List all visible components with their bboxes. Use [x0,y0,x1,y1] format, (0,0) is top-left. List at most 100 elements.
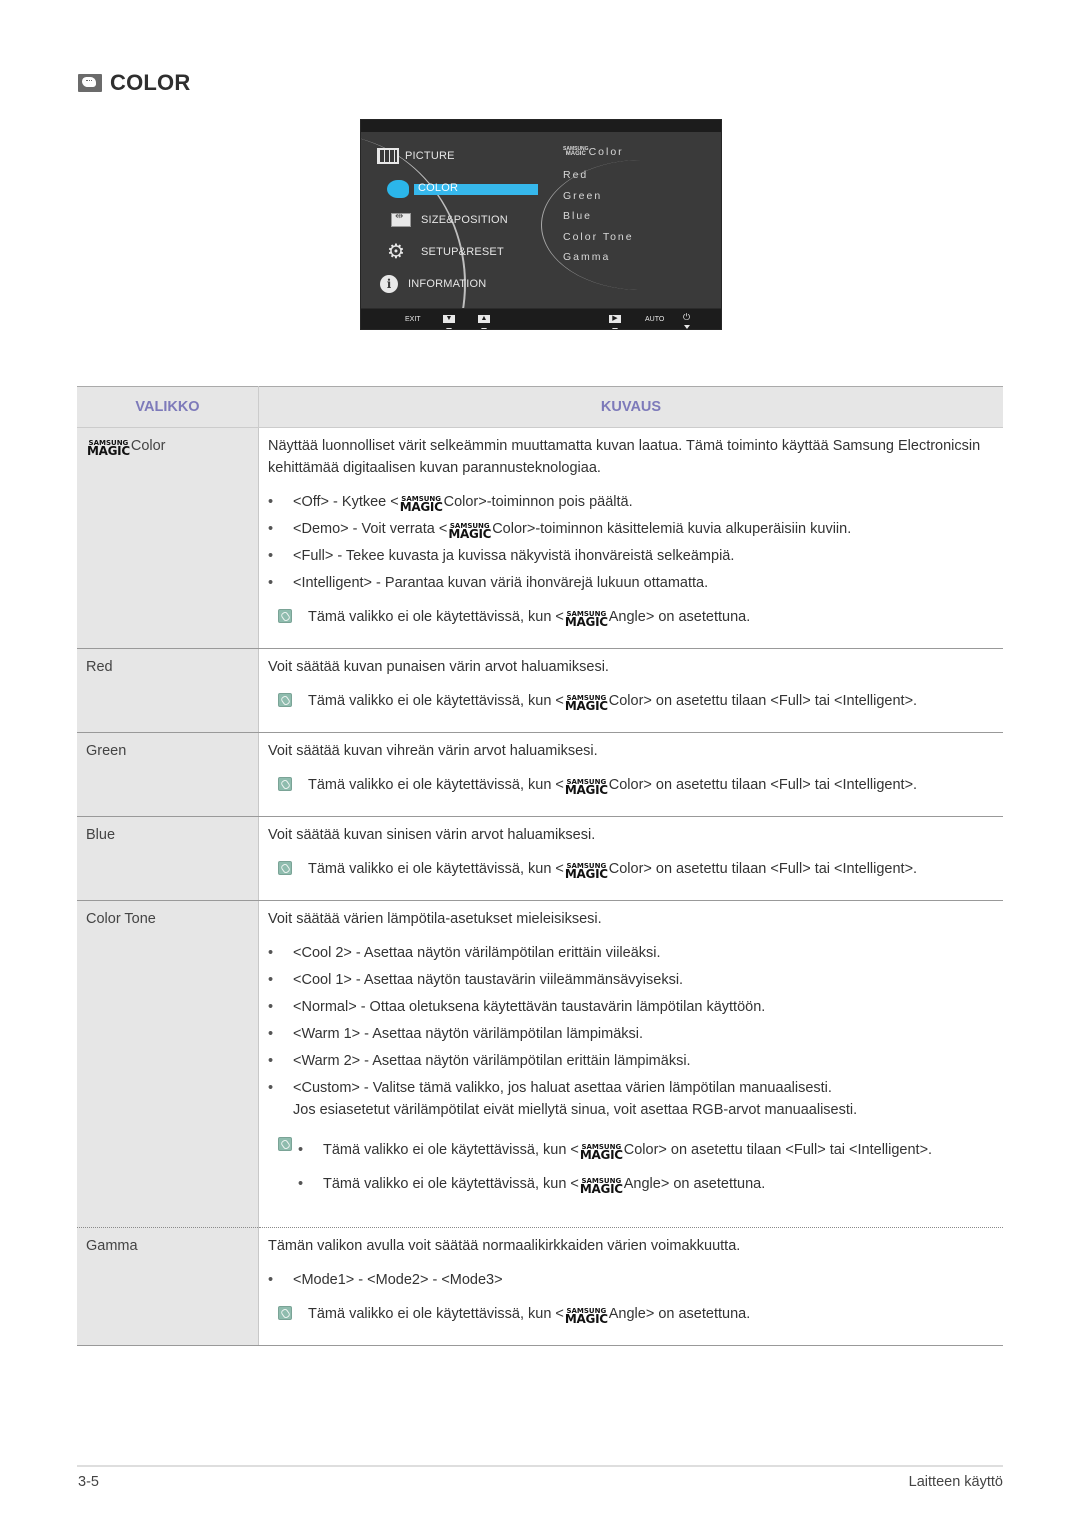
page-title: COLOR [78,70,190,96]
gear-icon: ⚙ [387,241,405,263]
samsung-magic-logo: SAMSUNG MAGIC [579,1143,623,1162]
info-icon: i [380,275,398,293]
brand-bottom: MAGIC [579,1148,623,1162]
note-icon [278,1306,292,1320]
osd-submenu-blue: Blue [563,210,593,222]
osd-auto-button: AUTO [645,316,664,323]
note-icon [278,777,292,791]
list-item: <Warm 2> - Asettaa näytön värilämpötilan… [268,1050,995,1072]
table-row-green: Green Voit säätää kuvan vihreän värin ar… [77,732,1003,817]
list-item: <Intelligent> - Parantaa kuvan väriä iho… [268,572,995,594]
note: Tämä valikko ei ole käytettävissä, kun <… [268,606,995,628]
description-cell: Voit säätää kuvan sinisen värin arvot ha… [258,816,1003,901]
brand-bottom: MAGIC [564,615,608,629]
table-header-row: VALIKKO KUVAUS [77,386,1003,428]
osd-left-arc [361,134,466,329]
brand-bottom: MAGIC [399,500,443,514]
samsung-magic-logo: SAMSUNG MAGIC [564,610,608,629]
osd-submenu-magic-color: SAMSUNG MAGIC Color [563,146,624,158]
samsung-magic-logo: SAMSUNG MAGIC [564,694,608,713]
samsung-magic-logo: SAMSUNG MAGIC [448,522,492,541]
footer-divider [77,1465,1003,1467]
up-arrow-icon: ▲ [478,315,490,323]
osd-submenu-gamma: Gamma [563,251,611,263]
list-item: <Mode1> - <Mode2> - <Mode3> [268,1269,995,1291]
osd-menu-item-picture: PICTURE [405,150,455,162]
osd-menu-screenshot: PICTURE COLOR SIZE&POSITION ⚙ SETUP&RESE… [360,119,722,330]
color-palette-icon [78,74,102,92]
osd-menu-item-setup-reset: SETUP&RESET [421,246,504,258]
note-list: Tämä valikko ei ole käytettävissä, kun <… [298,1139,995,1195]
brand-bottom: MAGIC [565,151,586,158]
text: Color> on asetettu tilaan <Full> tai <In… [608,693,918,709]
text: <Demo> - Voit verrata < [293,521,448,537]
menu-cell: SAMSUNG MAGIC Color [77,427,259,649]
note: Tämä valikko ei ole käytettävissä, kun <… [268,774,995,796]
table-row-red: Red Voit säätää kuvan punaisen värin arv… [77,648,1003,733]
note-icon [278,861,292,875]
brand-bottom: MAGIC [564,867,608,881]
exit-label: EXIT [405,316,421,323]
brand-bottom: MAGIC [448,527,492,541]
osd-exit-button: EXIT [405,316,421,323]
menu-cell: Color Tone [77,900,259,1228]
osd-menu-item-color: COLOR [418,182,459,194]
description-cell: Voit säätää kuvan vihreän värin arvot ha… [258,732,1003,817]
brand-bottom: MAGIC [564,1312,608,1326]
text: Tämä valikko ei ole käytettävissä, kun < [308,1306,564,1322]
text: Color> on asetettu tilaan <Full> tai <In… [608,861,918,877]
right-arrow-icon: ▶ [609,315,621,323]
osd-right-button: ▶ [609,315,621,329]
text: Angle> on asetettuna. [608,1306,751,1322]
osd-submenu-color-tone: Color Tone [563,231,634,243]
color-icon [387,180,409,198]
osd-button-bar: EXIT ▼ ▲ ▶ AUTO ⏻ [361,308,721,329]
option-list: <Off> - Kytkee <SAMSUNGMAGICColor>-toimi… [268,491,995,594]
description-intro: Voit säätää kuvan punaisen värin arvot h… [268,659,609,675]
list-item: Tämä valikko ei ole käytettävissä, kun <… [298,1173,995,1195]
samsung-magic-logo: SAMSUNG MAGIC [579,1177,623,1196]
brand-bottom: MAGIC [579,1182,623,1196]
section-name: Laitteen käyttö [908,1474,1003,1490]
menu-cell: Red [77,648,259,733]
table-row-color-tone: Color Tone Voit säätää värien lämpötila-… [77,900,1003,1228]
menu-cell: Green [77,732,259,817]
description-intro: Tämän valikon avulla voit säätää normaal… [268,1238,741,1254]
description-intro: Voit säätää värien lämpötila-asetukset m… [268,911,602,927]
option-list: <Cool 2> - Asettaa näytön värilämpötilan… [268,942,995,1121]
text: Tämä valikko ei ole käytettävissä, kun < [308,609,564,625]
samsung-magic-logo: SAMSUNG MAGIC [87,439,130,457]
samsung-magic-logo: SAMSUNG MAGIC [563,147,589,158]
osd-menu-item-information: INFORMATION [408,278,487,290]
samsung-magic-logo: SAMSUNG MAGIC [564,862,608,881]
note: Tämä valikko ei ole käytettävissä, kun <… [268,1137,995,1195]
table-row-blue: Blue Voit säätää kuvan sinisen värin arv… [77,816,1003,901]
osd-up-button: ▲ [478,315,490,329]
list-item: <Demo> - Voit verrata <SAMSUNGMAGICColor… [268,518,995,540]
brand-bottom: MAGIC [564,699,608,713]
list-item: <Warm 1> - Asettaa näytön värilämpötilan… [268,1023,995,1045]
auto-label: AUTO [645,316,665,323]
column-header-description: KUVAUS [258,386,1003,428]
osd-submenu-green: Green [563,190,603,202]
text: Tämä valikko ei ole käytettävissä, kun < [308,693,564,709]
list-item: <Custom> - Valitse tämä valikko, jos hal… [268,1077,995,1121]
note: Tämä valikko ei ole käytettävissä, kun <… [268,858,995,880]
description-intro: Voit säätää kuvan sinisen värin arvot ha… [268,827,596,843]
osd-power-button: ⏻ [683,312,690,329]
picture-icon [377,148,399,164]
page-number: 3-5 [78,1474,99,1490]
text: Angle> on asetettuna. [608,609,751,625]
brand-bottom: MAGIC [564,783,608,797]
note: Tämä valikko ei ole käytettävissä, kun <… [268,1303,995,1325]
description-intro: Näyttää luonnolliset värit selkeämmin mu… [268,438,981,476]
osd-submenu-red: Red [563,169,589,181]
page-title-text: COLOR [110,70,191,95]
table-row-magic-color: SAMSUNG MAGIC Color Näyttää luonnolliset v… [77,427,1003,649]
note-icon [278,1137,292,1151]
list-item: <Cool 1> - Asettaa näytön taustavärin vi… [268,969,995,991]
list-item: <Normal> - Ottaa oletuksena käytettävän … [268,996,995,1018]
osd-submenu-label: Color [588,146,624,158]
menu-cell: Blue [77,816,259,901]
menu-description-table: VALIKKO KUVAUS SAMSUNG MAGIC Color Näyttää… [77,386,1003,1346]
